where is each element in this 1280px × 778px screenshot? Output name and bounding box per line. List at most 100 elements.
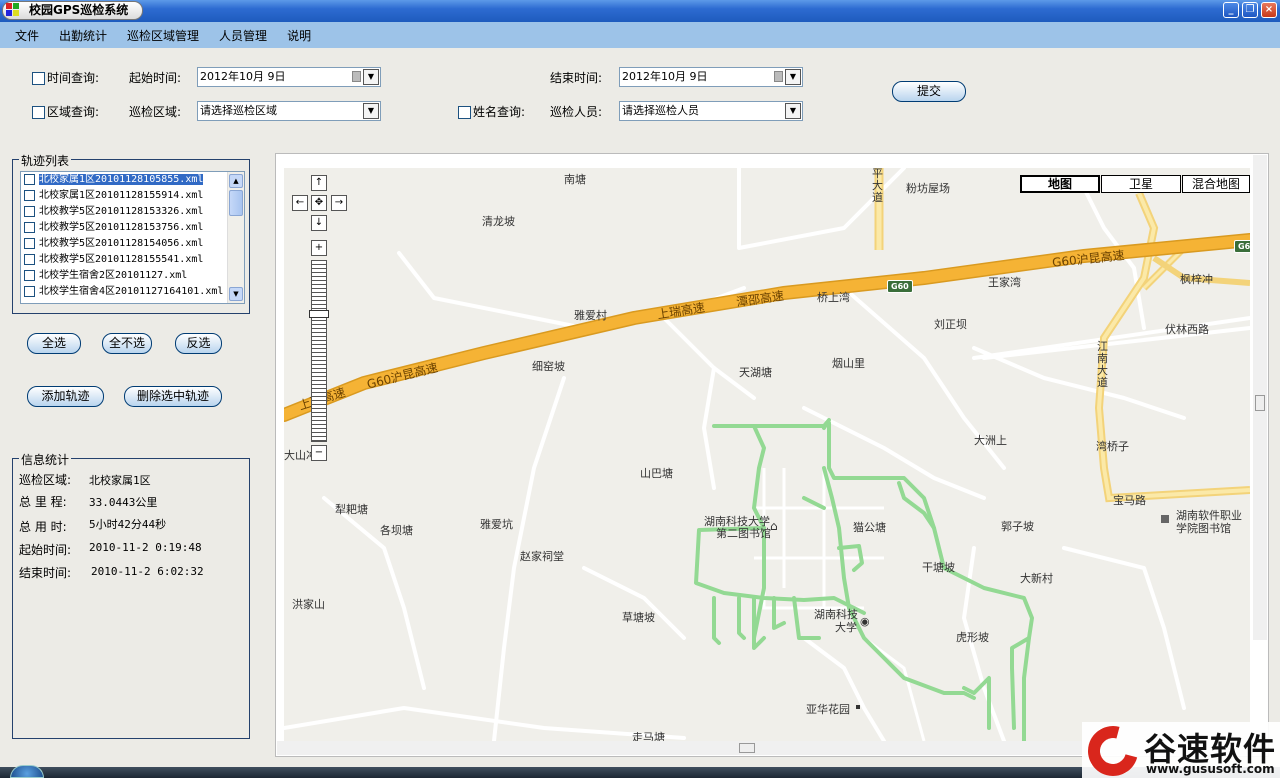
scroll-thumb[interactable] (739, 743, 755, 753)
chevron-down-icon[interactable]: ▼ (785, 103, 801, 119)
map-label: 亚华花园 (806, 703, 850, 716)
map-label: 细窑坡 (532, 360, 565, 373)
map-vertical-scrollbar[interactable] (1253, 155, 1267, 640)
map-label: 郭子坡 (1001, 520, 1034, 533)
end-time-label: 结束时间: (550, 71, 603, 85)
list-item-checkbox[interactable] (24, 206, 35, 217)
map-label: 各坝塘 (380, 524, 413, 537)
map-type-satellite-button[interactable]: 卫星 (1101, 175, 1181, 193)
scroll-thumb[interactable] (1255, 395, 1265, 411)
chevron-down-icon[interactable]: ▼ (363, 103, 379, 119)
add-track-button[interactable]: 添加轨迹 (27, 386, 104, 407)
map-type-map-button[interactable]: 地图 (1020, 175, 1100, 193)
list-item-checkbox[interactable] (24, 190, 35, 201)
minimize-icon[interactable]: _ (1223, 2, 1239, 18)
map-label: 江南大道 (1097, 340, 1108, 389)
list-item[interactable]: 北校教学5区20101128155541.xml (21, 252, 244, 268)
list-item-checkbox[interactable] (24, 270, 35, 281)
name-query-label: 姓名查询: (473, 105, 526, 119)
close-icon[interactable]: × (1261, 2, 1277, 18)
list-item[interactable]: 北校家属1区20101128155914.xml (21, 188, 244, 204)
track-listbox[interactable]: 北校家属1区20101128105855.xml 北校家属1区201011281… (20, 171, 245, 304)
scroll-up-icon[interactable]: ▲ (229, 174, 243, 188)
submit-button[interactable]: 提交 (892, 81, 966, 102)
start-time-value: 2012年10月 9日 (200, 70, 286, 83)
list-item[interactable]: 北校学生宿舍2区20101127.xml (21, 268, 244, 284)
map-label: 大洲上 (974, 434, 1007, 447)
map-label: 烟山里 (832, 357, 865, 370)
list-item-checkbox[interactable] (24, 238, 35, 249)
person-select-value: 请选择巡检人员 (622, 104, 699, 117)
name-query-checkbox[interactable] (458, 106, 471, 119)
map-label: 大学 (835, 621, 857, 634)
window-title: 校园GPS巡检系统 (2, 1, 144, 20)
watermark-url: www.gususoft.com (1146, 762, 1275, 776)
map-label: 大新村 (1020, 572, 1053, 585)
scroll-thumb[interactable] (229, 190, 243, 216)
map-label: 猫公塘 (853, 521, 886, 534)
scroll-down-icon[interactable]: ▼ (229, 287, 243, 301)
library-icon: ⌂ (770, 519, 778, 533)
list-item-checkbox[interactable] (24, 286, 35, 297)
map-label: 粉坊屋场 (906, 182, 950, 195)
chevron-down-icon[interactable]: ▼ (363, 69, 379, 85)
menu-help[interactable]: 说明 (287, 27, 311, 44)
watermark: 谷速软件 www.gususoft.com (1078, 716, 1280, 778)
delete-selected-button[interactable]: 删除选中轨迹 (124, 386, 222, 407)
menu-area-management[interactable]: 巡检区域管理 (127, 27, 199, 44)
maximize-icon[interactable]: ❐ (1242, 2, 1258, 18)
list-item[interactable]: 北校家属1区20101128105855.xml (21, 172, 244, 188)
app-icon (6, 3, 20, 16)
info-value: 北校家属1区 (89, 474, 151, 487)
highway-shield-icon: G60 (1234, 240, 1250, 253)
person-select[interactable]: 请选择巡检人员 ▼ (619, 101, 803, 121)
zoom-slider[interactable] (311, 260, 327, 442)
start-time-picker[interactable]: 2012年10月 9日 ▼ (197, 67, 381, 87)
list-item[interactable]: 北校教学5区20101128153756.xml (21, 220, 244, 236)
map-canvas[interactable]: 南塘 平大道 粉坊屋场 清龙坡 王家湾 枫梓冲 桥上湾 刘正坝 伏林西路 雅爱村… (284, 168, 1250, 741)
list-item[interactable]: 北校教学5区20101128154056.xml (21, 236, 244, 252)
calendar-icon[interactable] (774, 71, 783, 82)
zoom-out-icon[interactable]: − (311, 445, 327, 461)
list-item-checkbox[interactable] (24, 254, 35, 265)
list-item-checkbox[interactable] (24, 222, 35, 233)
zoom-slider-thumb[interactable] (309, 310, 329, 318)
info-value: 5小时42分44秒 (89, 518, 167, 531)
map-type-hybrid-button[interactable]: 混合地图 (1182, 175, 1250, 193)
calendar-icon[interactable] (352, 71, 361, 82)
zoom-in-icon[interactable]: + (311, 240, 327, 256)
chevron-down-icon[interactable]: ▼ (785, 69, 801, 85)
info-label: 结束时间: (19, 566, 72, 580)
time-query-checkbox[interactable] (32, 72, 45, 85)
track-list-scrollbar[interactable]: ▲ ▼ (227, 172, 244, 303)
menu-file[interactable]: 文件 (15, 27, 39, 44)
select-none-button[interactable]: 全不选 (102, 333, 152, 354)
map-label: 走马塘 (632, 731, 665, 741)
area-select[interactable]: 请选择巡检区域 ▼ (197, 101, 381, 121)
map-label: 天湖塘 (739, 366, 772, 379)
start-button[interactable] (10, 765, 44, 778)
list-item-checkbox[interactable] (24, 174, 35, 185)
list-item[interactable]: 北校教学5区20101128153326.xml (21, 204, 244, 220)
time-query-checkbox-wrap[interactable]: 时间查询: (32, 69, 99, 86)
info-title: 信息统计 (19, 451, 72, 468)
invert-selection-button[interactable]: 反选 (175, 333, 222, 354)
pan-up-icon[interactable]: ↑ (311, 175, 327, 191)
highway-shield-icon: G60 (887, 280, 913, 293)
menu-staff-management[interactable]: 人员管理 (219, 27, 267, 44)
menu-attendance[interactable]: 出勤统计 (59, 27, 107, 44)
pan-right-icon[interactable]: → (331, 195, 347, 211)
end-time-picker[interactable]: 2012年10月 9日 ▼ (619, 67, 803, 87)
select-all-button[interactable]: 全选 (27, 333, 81, 354)
map-label: 赵家祠堂 (520, 550, 564, 563)
area-query-checkbox-wrap[interactable]: 区域查询: (32, 103, 99, 120)
area-query-checkbox[interactable] (32, 106, 45, 119)
area-select-value: 请选择巡检区域 (200, 104, 277, 117)
name-query-checkbox-wrap[interactable]: 姓名查询: (458, 103, 525, 120)
pan-center-icon[interactable]: ✥ (311, 195, 327, 211)
list-item[interactable]: 北校学生宿舍4区20101127164101.xml (21, 284, 244, 300)
pan-left-icon[interactable]: ← (292, 195, 308, 211)
pan-down-icon[interactable]: ↓ (311, 215, 327, 231)
map-label: 伏林西路 (1165, 323, 1209, 336)
map-label: 枫梓冲 (1180, 273, 1213, 286)
